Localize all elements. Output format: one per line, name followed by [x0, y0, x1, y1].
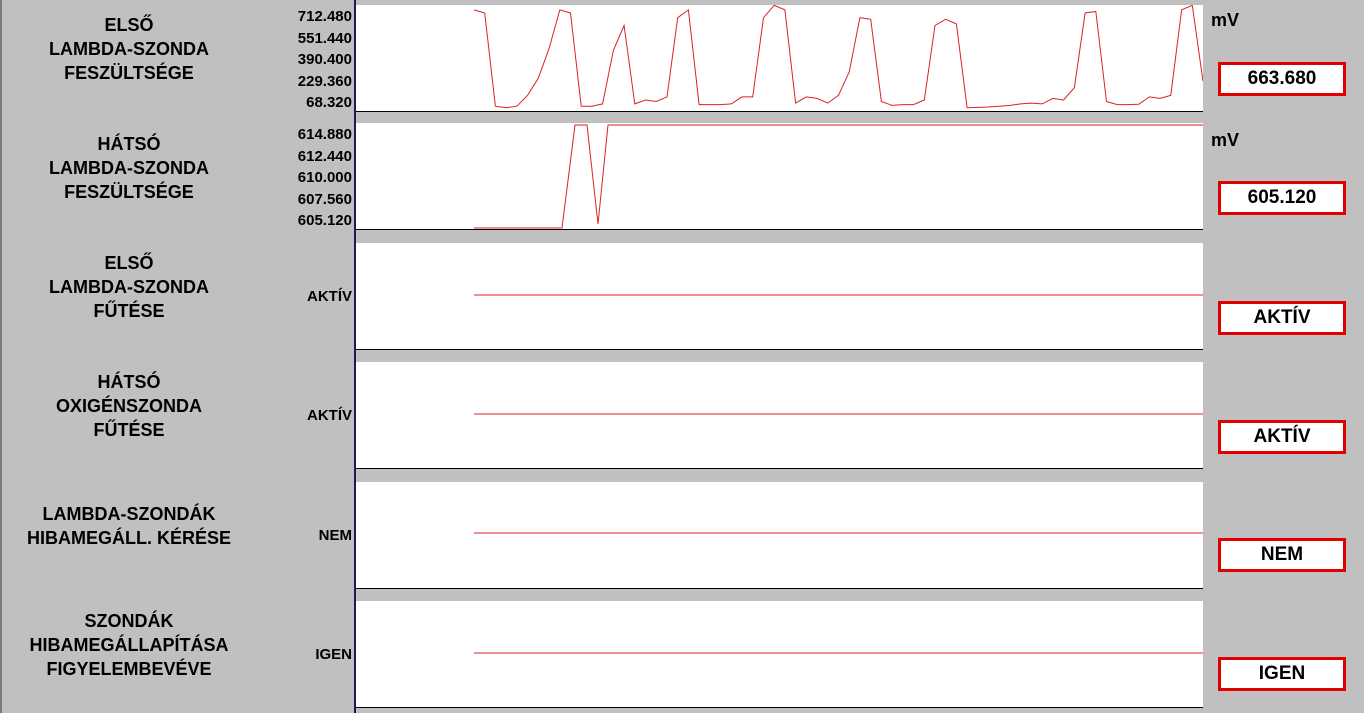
state-trace-svg [474, 532, 1203, 534]
current-value-box: AKTÍV [1218, 301, 1346, 335]
unit-label: mV [1211, 10, 1240, 30]
panel-label: LAMBDA-SZONDÁK HIBAMEGÁLL. KÉRÉSE [26, 504, 231, 548]
state-trace-svg [474, 652, 1203, 654]
current-value-box: IGEN [1218, 657, 1346, 691]
y-axis-ticks: 712.480 551.440 390.400 229.360 68.320 [260, 8, 352, 112]
state-plot [356, 243, 1203, 350]
state-plot [356, 482, 1203, 589]
tick-label: 614.880 [297, 126, 352, 143]
tick-label: 229.360 [297, 72, 352, 90]
state-label: NEM [318, 527, 352, 544]
state-trace-svg [474, 294, 1203, 296]
tick-label: 605.120 [297, 212, 352, 229]
state-label: AKTÍV [307, 407, 352, 424]
voltage-trace-svg [473, 5, 1203, 109]
voltage-trace-svg [474, 124, 1203, 229]
tick-label: 712.480 [297, 8, 352, 25]
tick-label: 607.560 [297, 190, 352, 208]
tick-label: 68.320 [306, 94, 352, 111]
tick-label: 390.400 [297, 51, 352, 68]
current-value-box: AKTÍV [1218, 420, 1346, 454]
voltage-trace [474, 124, 1203, 229]
voltage-plot [356, 123, 1203, 230]
state-trace-svg [474, 413, 1203, 415]
state-label: IGEN [315, 646, 352, 663]
panel-label: HÁTSÓ LAMBDA-SZONDA FESZÜLTSÉGE [49, 134, 209, 202]
tick-label: 612.440 [297, 147, 352, 165]
panel-label: HÁTSÓ OXIGÉNSZONDA FŰTÉSE [55, 372, 202, 440]
y-axis-ticks: 614.880 612.440 610.000 607.560 605.120 [260, 126, 352, 230]
tick-label: 610.000 [297, 169, 352, 186]
panel-label: SZONDÁK HIBAMEGÁLLAPÍTÁSA FIGYELEMBEVÉVE [29, 611, 229, 679]
state-plot [356, 601, 1203, 708]
current-value-box: NEM [1218, 538, 1346, 572]
unit-label: mV [1211, 130, 1240, 150]
panel-label: ELSŐ LAMBDA-SZONDA FŰTÉSE [49, 253, 209, 321]
voltage-trace [473, 5, 1203, 109]
current-value-box: 663.680 [1218, 62, 1346, 96]
tick-label: 551.440 [297, 29, 352, 47]
current-value-box: 605.120 [1218, 181, 1346, 215]
state-plot [356, 362, 1203, 469]
voltage-plot [356, 5, 1203, 112]
state-label: AKTÍV [307, 288, 352, 305]
panel-label: ELSŐ LAMBDA-SZONDA FESZÜLTSÉGE [49, 15, 209, 83]
